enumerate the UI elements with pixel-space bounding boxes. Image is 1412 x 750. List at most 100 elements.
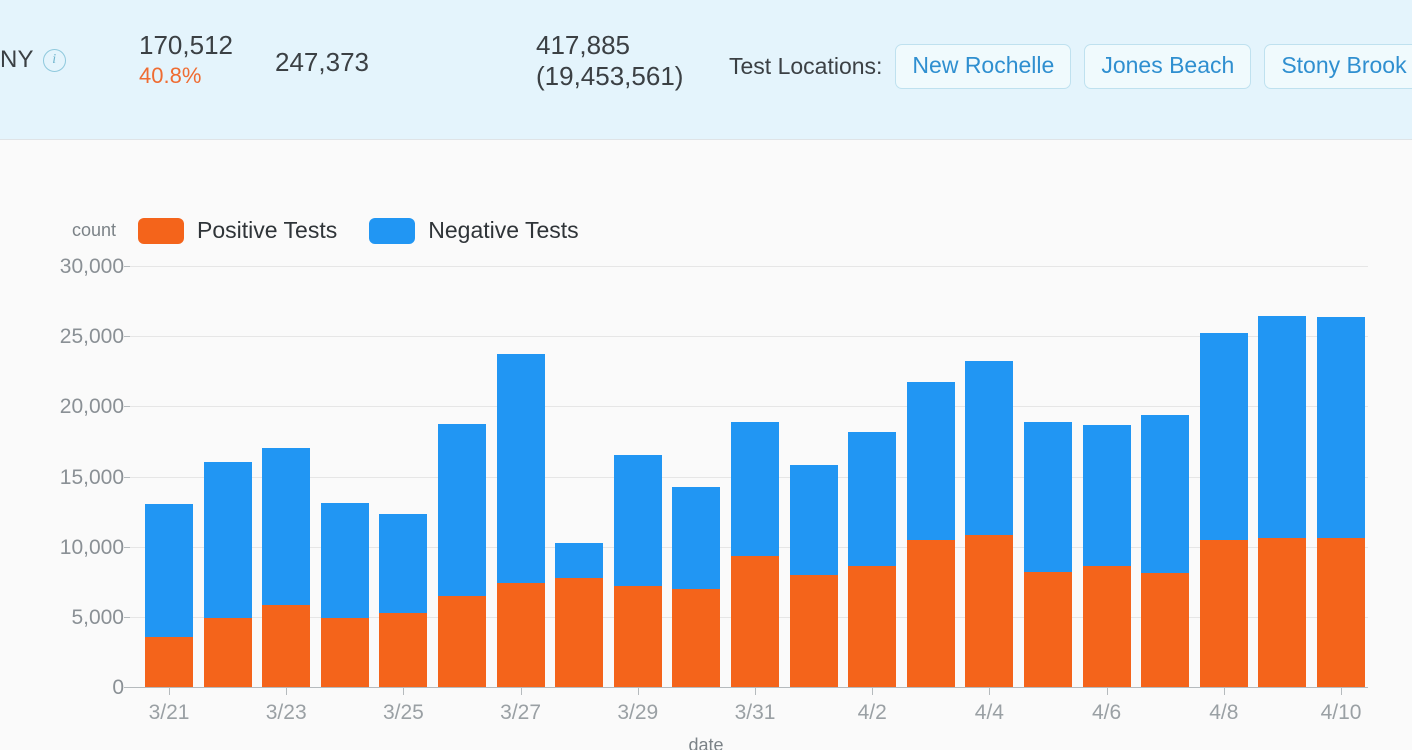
bar-segment-positive[interactable] (613, 585, 662, 687)
bar-segment-negative[interactable] (145, 503, 193, 638)
bar-segment-positive[interactable] (379, 613, 428, 687)
metric-positive-value: 170,512 (139, 30, 233, 60)
legend-item-positive[interactable]: Positive Tests (138, 217, 337, 244)
bar-segment-positive[interactable] (1317, 538, 1365, 687)
legend-label-positive: Positive Tests (197, 217, 338, 243)
y-tick-label: 10,000 (59, 535, 124, 559)
x-tick-label: 3/21 (148, 701, 190, 724)
bar-segment-positive[interactable] (1024, 571, 1072, 687)
bar-segment-negative[interactable] (848, 432, 897, 566)
location-chip-new-rochelle[interactable]: New Rochelle (895, 44, 1072, 89)
bar-segment-negative[interactable] (1024, 422, 1072, 572)
bar-segment-negative[interactable] (613, 455, 662, 586)
bar-3-21[interactable] (145, 503, 193, 687)
bar-segment-positive[interactable] (438, 596, 486, 687)
bar-segment-negative[interactable] (906, 382, 955, 541)
y-axis-title: count (72, 220, 117, 240)
metric-total-value: 417,885 (536, 30, 630, 60)
y-tick-mark (124, 336, 130, 338)
x-tick-mark (169, 687, 170, 695)
bar-4-2[interactable] (848, 432, 897, 687)
bar-3-23[interactable] (262, 448, 311, 687)
bar-segment-negative[interactable] (1082, 424, 1131, 567)
y-tick-label: 25,000 (59, 325, 124, 349)
bar-4-10[interactable] (1317, 316, 1365, 687)
bar-4-5[interactable] (1024, 422, 1072, 687)
bar-segment-negative[interactable] (203, 461, 252, 618)
bar-4-6[interactable] (1082, 424, 1131, 687)
bar-segment-negative[interactable] (965, 361, 1014, 536)
bar-4-4[interactable] (965, 361, 1014, 687)
bar-segment-negative[interactable] (1141, 414, 1190, 574)
bar-segment-positive[interactable] (965, 535, 1014, 687)
bar-3-26[interactable] (438, 423, 486, 687)
bar-3-25[interactable] (379, 514, 428, 687)
bar-segment-negative[interactable] (320, 503, 369, 619)
bar-3-30[interactable] (672, 487, 721, 687)
y-tick-mark (124, 266, 130, 267)
bar-segment-negative[interactable] (496, 353, 545, 584)
bar-segment-positive[interactable] (789, 575, 838, 687)
bar-3-28[interactable] (555, 543, 604, 687)
y-tick-mark (124, 476, 130, 478)
bar-segment-negative[interactable] (1199, 332, 1248, 540)
bar-segment-negative[interactable] (555, 543, 604, 579)
x-axis-line (129, 687, 1368, 688)
test-locations-label: Test Locations: (729, 53, 883, 79)
bar-segment-negative[interactable] (438, 423, 486, 597)
bar-3-24[interactable] (320, 503, 369, 687)
state-block: NY i (0, 46, 66, 74)
bar-segment-positive[interactable] (320, 618, 369, 687)
bar-4-3[interactable] (906, 382, 955, 687)
bar-segment-negative[interactable] (672, 487, 721, 589)
bar-segment-negative[interactable] (1258, 315, 1307, 538)
bar-4-8[interactable] (1199, 332, 1248, 687)
bar-4-7[interactable] (1141, 414, 1190, 687)
bar-3-29[interactable] (613, 455, 662, 687)
location-chip-jones-beach[interactable]: Jones Beach (1084, 44, 1252, 89)
bar-segment-negative[interactable] (262, 448, 311, 605)
bar-segment-positive[interactable] (848, 565, 897, 687)
bar-segment-positive[interactable] (1141, 573, 1190, 687)
legend-label-negative: Negative Tests (428, 217, 579, 243)
bar-4-9[interactable] (1258, 315, 1307, 687)
summary-header: NY i 170,512 40.8% 247,373 417,885 (19,4… (0, 0, 1412, 140)
bar-segment-negative[interactable] (731, 422, 779, 556)
bar-4-1[interactable] (789, 465, 838, 687)
legend-item-negative[interactable]: Negative Tests (369, 217, 579, 244)
x-axis-title: date (688, 735, 724, 750)
bar-segment-positive[interactable] (731, 555, 779, 687)
y-tick-mark (124, 616, 130, 618)
bar-segment-positive[interactable] (1258, 537, 1307, 687)
bar-segment-negative[interactable] (1317, 316, 1365, 539)
gridline (129, 266, 1368, 267)
info-icon[interactable]: i (42, 48, 66, 72)
bar-segment-positive[interactable] (555, 578, 604, 687)
location-chip-stony-brook[interactable]: Stony Brook (1264, 44, 1412, 89)
bar-segment-positive[interactable] (1082, 566, 1131, 687)
bar-3-22[interactable] (203, 461, 252, 687)
x-tick-mark (755, 687, 756, 695)
x-tick-mark (872, 687, 874, 695)
y-tick-label: 5,000 (71, 605, 124, 629)
bar-segment-positive[interactable] (1199, 539, 1248, 687)
bar-segment-positive[interactable] (496, 583, 545, 687)
metric-positive-percent: 40.8% (139, 63, 202, 88)
y-tick-mark (124, 406, 130, 408)
bar-segment-negative[interactable] (379, 514, 428, 614)
state-name: NY (0, 46, 34, 73)
bar-3-27[interactable] (496, 353, 545, 687)
x-tick-label: 3/29 (617, 701, 659, 724)
test-locations: Test Locations: New Rochelle Jones Beach… (729, 44, 1412, 89)
bar-segment-positive[interactable] (262, 604, 311, 687)
bar-3-31[interactable] (731, 422, 779, 687)
bar-segment-negative[interactable] (789, 465, 838, 576)
y-tick-label: 30,000 (59, 255, 124, 278)
x-tick-label: 4/8 (1209, 701, 1239, 724)
bar-segment-positive[interactable] (672, 588, 721, 687)
bar-segment-positive[interactable] (203, 617, 252, 687)
y-tick-mark (124, 546, 130, 548)
y-tick-label: 0 (112, 676, 124, 699)
bar-segment-positive[interactable] (145, 637, 193, 687)
bar-segment-positive[interactable] (906, 540, 955, 687)
